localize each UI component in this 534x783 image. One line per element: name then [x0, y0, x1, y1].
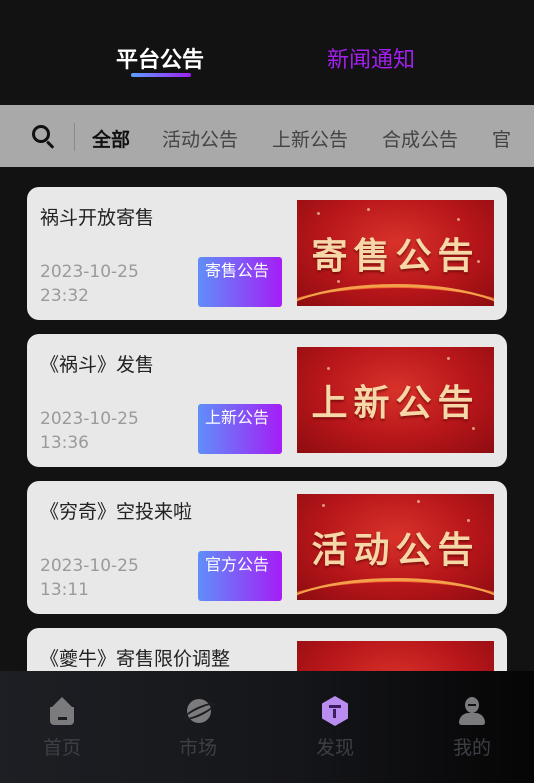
announcement-banner: 寄售公告: [297, 200, 494, 306]
home-icon: [46, 695, 78, 727]
banner-text: 上新公告: [311, 382, 480, 424]
nav-label: 我的: [452, 737, 491, 759]
category-synthesis[interactable]: 合成公告: [382, 125, 458, 152]
announcement-tag: 官方公告: [198, 551, 282, 601]
announcement-time: 23:32: [40, 286, 89, 306]
bottom-nav: 首页 市场 发现 我的: [0, 671, 534, 783]
category-new-release[interactable]: 上新公告: [272, 125, 348, 152]
cube-icon: [319, 695, 351, 727]
planet-icon: [181, 695, 217, 727]
announcement-card[interactable]: 《祸斗》发售 2023-10-25 13:36 上新公告 上新公告: [27, 334, 507, 467]
banner-text: 寄售公告: [311, 235, 480, 277]
announcement-time: 13:36: [40, 433, 89, 453]
search-icon[interactable]: [28, 123, 58, 153]
announcement-tag: 寄售公告: [198, 257, 282, 307]
announcement-title: 《祸斗》发售: [40, 354, 155, 376]
announcement-date: 2023-10-25: [40, 409, 139, 429]
category-activity[interactable]: 活动公告: [162, 125, 238, 152]
announcement-list: 祸斗开放寄售 2023-10-25 23:32 寄售公告 寄售公告 《祸斗》发售…: [0, 167, 534, 671]
user-icon: [456, 695, 488, 727]
nav-home[interactable]: 首页: [22, 695, 102, 760]
announcement-card[interactable]: 祸斗开放寄售 2023-10-25 23:32 寄售公告 寄售公告: [27, 187, 507, 320]
announcement-title: 《夔牛》寄售限价调整: [40, 648, 231, 670]
nav-mine[interactable]: 我的: [432, 695, 512, 760]
announcement-card[interactable]: 《穷奇》空投来啦 2023-10-25 13:11 官方公告 活动公告: [27, 481, 507, 614]
announcement-banner: 活动公告: [297, 494, 494, 600]
announcement-banner: 上新公告: [297, 347, 494, 453]
tab-news-notifications[interactable]: 新闻通知: [327, 42, 415, 74]
active-tab-indicator: [131, 73, 191, 77]
announcement-tag: 上新公告: [198, 404, 282, 454]
announcement-datetime: 2023-10-25 13:36: [40, 407, 190, 455]
category-divider: [74, 123, 75, 151]
announcement-date: 2023-10-25: [40, 262, 139, 282]
nav-market[interactable]: 市场: [158, 695, 238, 760]
announcement-time: 13:11: [40, 580, 89, 600]
category-bar: 全部 活动公告 上新公告 合成公告 官: [0, 105, 534, 167]
announcement-title: 《穷奇》空投来啦: [40, 501, 193, 523]
nav-label: 发现: [315, 737, 354, 759]
announcement-datetime: 2023-10-25 13:11: [40, 554, 190, 602]
nav-label: 市场: [178, 737, 217, 759]
announcement-title: 祸斗开放寄售: [40, 207, 155, 229]
banner-text: 活动公告: [311, 529, 480, 571]
tab-platform-announcements[interactable]: 平台公告: [116, 42, 204, 74]
nav-label: 首页: [42, 737, 81, 759]
top-tab-bar: 平台公告 新闻通知: [0, 0, 534, 105]
announcement-date: 2023-10-25: [40, 556, 139, 576]
announcement-banner: [297, 641, 494, 671]
category-all[interactable]: 全部: [92, 125, 130, 152]
announcement-card[interactable]: 《夔牛》寄售限价调整: [27, 628, 507, 671]
category-official[interactable]: 官: [492, 125, 511, 152]
announcement-datetime: 2023-10-25 23:32: [40, 260, 190, 308]
nav-discover[interactable]: 发现: [295, 695, 375, 760]
